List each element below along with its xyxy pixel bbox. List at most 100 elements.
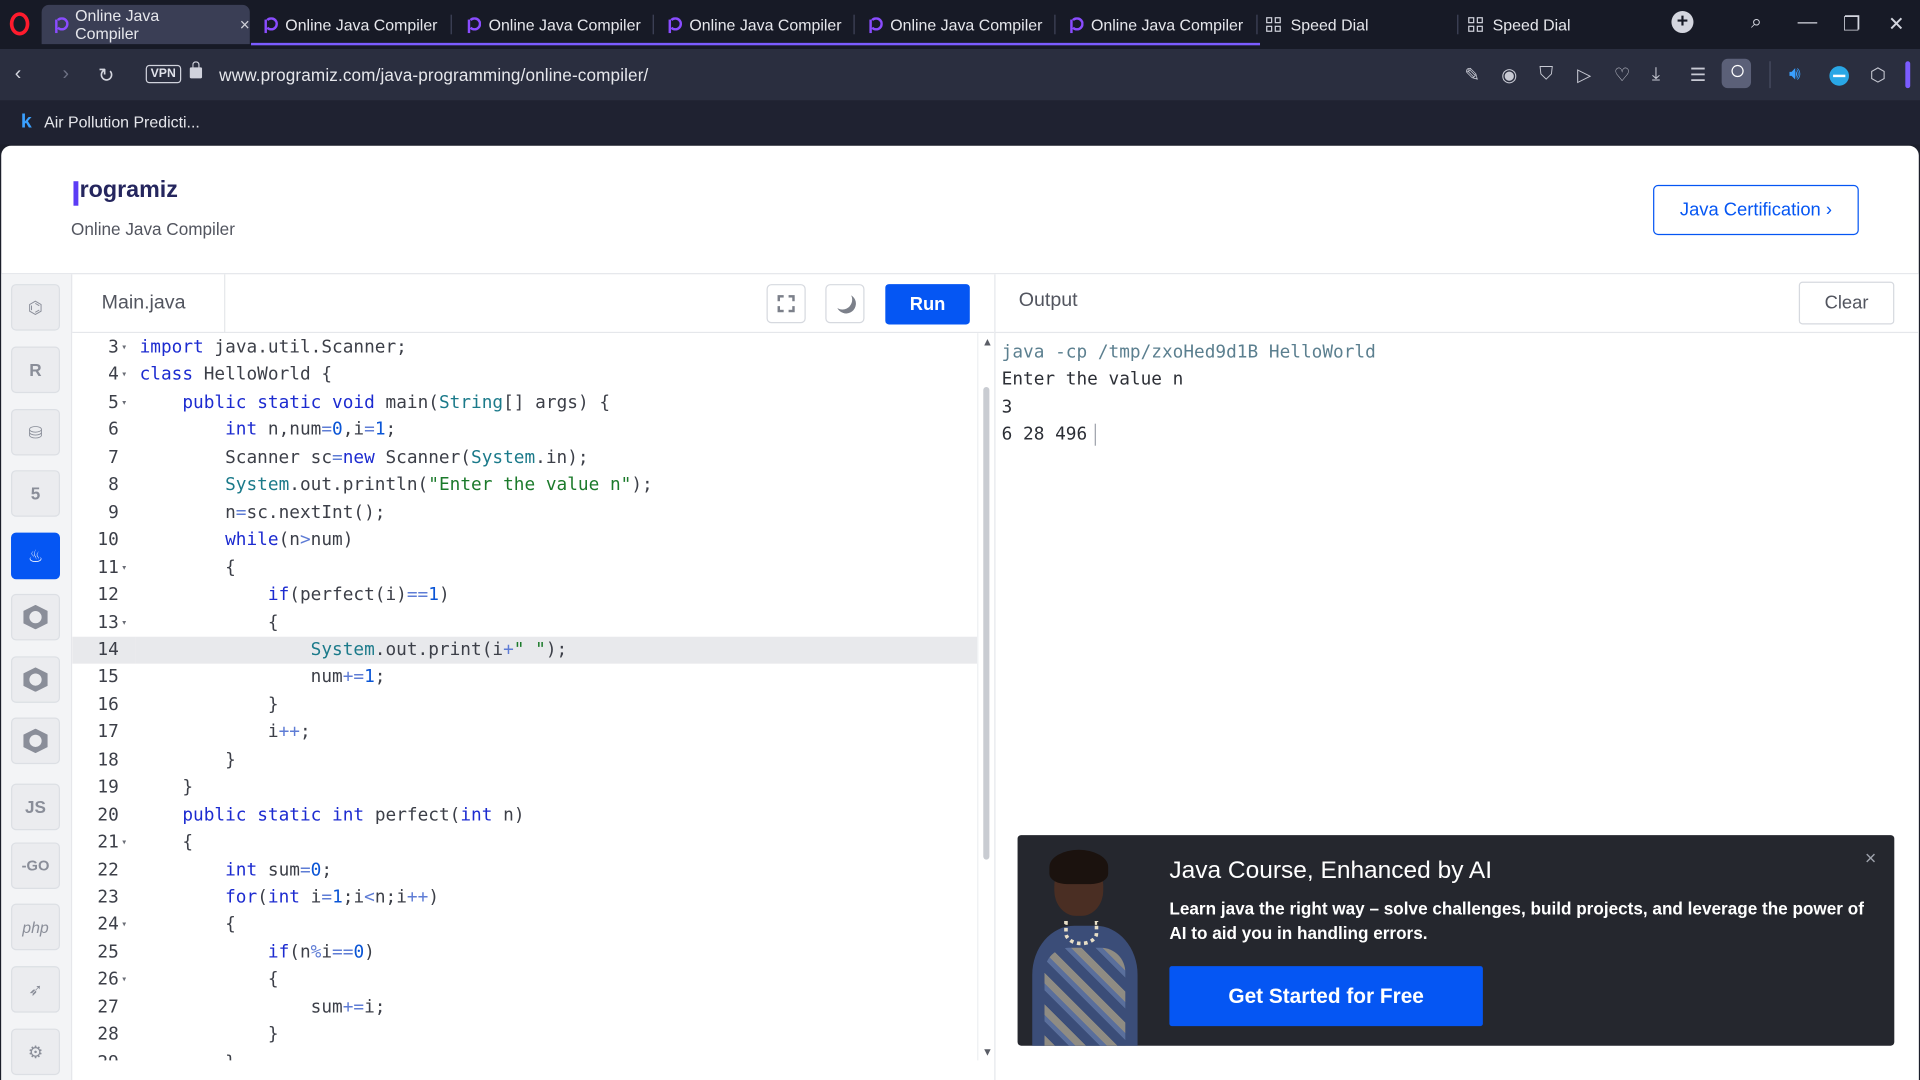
code-line[interactable]: 8 System.out.println("Enter the value n"… [72,472,977,500]
code-line[interactable]: 29 } [72,1049,977,1061]
tab-2[interactable]: Online Java Compiler [251,5,447,44]
scroll-up-icon[interactable]: ▲ [982,336,993,348]
scroll-down-icon[interactable]: ▼ [982,1046,993,1058]
url-field[interactable]: www.programiz.com/java-programming/onlin… [219,65,648,85]
fold-arrow-icon[interactable]: ▾ [121,389,127,417]
code-line[interactable]: 11 ▾ { [72,554,977,582]
code-line[interactable]: 24 ▾ { [72,912,977,940]
fold-arrow-icon[interactable]: ▾ [121,967,127,995]
go-icon[interactable]: -GO [11,842,61,889]
fold-arrow-icon[interactable]: ▾ [121,362,127,390]
code-line[interactable]: 28 } [72,1022,977,1050]
fullscreen-button[interactable] [766,284,806,324]
profile-icon[interactable] [1721,58,1752,89]
bookmark-item[interactable]: Air Pollution Predicti... [44,113,200,131]
code-text: } [139,1025,279,1045]
file-tab-main-java[interactable]: Main.java [72,274,226,334]
promo-close-icon[interactable]: × [1865,849,1876,871]
shield-icon[interactable]: ⛉ [1539,64,1553,85]
extensions-icon[interactable]: ⬡ [1870,64,1886,86]
download-icon[interactable]: ⤓ [1652,64,1660,85]
tab-3[interactable]: Online Java Compiler [454,5,650,44]
get-started-button[interactable]: Get Started for Free [1169,966,1483,1027]
back-icon[interactable]: ‹ [15,64,22,86]
dark-mode-button[interactable] [825,284,865,324]
tab-1[interactable]: Online Java Compiler × [41,4,250,45]
edit-icon[interactable]: ✎ [1465,64,1480,86]
tab-speed-dial-2[interactable]: Speed Dial [1456,5,1652,44]
code-line[interactable]: 3 ▾ import java.util.Scanner; [72,334,977,362]
cpp-icon[interactable] [11,656,61,703]
code-line[interactable]: 25 if(n%i==0) [72,939,977,967]
vpn-badge[interactable]: VPN [145,64,181,84]
heart-icon[interactable]: ♡ [1614,64,1630,86]
lock-icon[interactable] [189,61,203,79]
code-line[interactable]: 14 System.out.print(i+" "); [72,636,978,665]
restore-icon[interactable]: ❐ [1843,12,1861,36]
output-line-last[interactable]: 6 28 496 [1002,421,1096,449]
code-line[interactable]: 16 } [72,692,977,720]
easy-setup-icon[interactable]: ☰ [1690,64,1706,86]
code-line[interactable]: 22 int sum=0; [72,857,977,885]
reload-icon[interactable]: ↻ [98,64,114,88]
code-line[interactable]: 18 } [72,747,977,775]
search-tabs-icon[interactable]: ⌕ [1751,12,1762,34]
fold-arrow-icon[interactable]: ▾ [121,912,127,940]
r-icon[interactable]: R [11,346,61,394]
js-icon[interactable]: JS [11,783,61,831]
code-text: { [139,915,236,935]
php-icon[interactable]: php [11,903,61,951]
code-line[interactable]: 4 ▾ class HelloWorld { [72,362,977,390]
code-line[interactable]: 19 } [72,774,977,802]
fold-arrow-icon[interactable]: ▾ [121,554,127,582]
camera-icon[interactable]: ◉ [1501,64,1517,86]
code-line[interactable]: 26 ▾ { [72,967,977,995]
opera-logo-icon[interactable] [9,12,30,36]
code-line[interactable]: 10 while(n>num) [72,527,977,555]
tab-speed-dial-1[interactable]: Speed Dial [1254,5,1450,44]
python-icon[interactable]: ⌬ [11,284,61,331]
java-icon[interactable]: ♨ [11,532,61,580]
new-tab-button[interactable]: + [1671,11,1694,34]
close-window-icon[interactable]: ✕ [1888,12,1904,36]
minimize-icon[interactable]: — [1798,12,1818,34]
csharp-icon[interactable] [11,717,61,765]
swift-icon[interactable]: ➶ [11,966,61,1013]
code-line[interactable]: 13 ▾ { [72,609,977,637]
tab-4[interactable]: Online Java Compiler [655,5,851,44]
tab-6[interactable]: Online Java Compiler [1057,5,1253,44]
clear-button[interactable]: Clear [1798,281,1895,325]
java-certification-button[interactable]: Java Certification › [1653,184,1859,236]
forward-icon[interactable]: › [62,64,69,86]
tab-5[interactable]: Online Java Compiler [856,5,1052,44]
scroll-thumb[interactable] [983,386,990,860]
code-line[interactable]: 21 ▾ { [72,829,977,857]
code-line[interactable]: 7 Scanner sc=new Scanner(System.in); [72,444,977,472]
code-line[interactable]: 15 num+=1; [72,664,977,692]
code-line[interactable]: 9 n=sc.nextInt(); [72,499,977,527]
vpn-extension-icon[interactable] [1829,66,1849,86]
run-button[interactable]: Run [885,284,970,325]
code-line[interactable]: 12 if(perfect(i)==1) [72,582,977,610]
speaker-icon[interactable]: 🔊︎ [1789,64,1801,85]
code-line[interactable]: 20 public static int perfect(int n) [72,802,977,830]
code-line[interactable]: 17 i++; [72,719,977,747]
editor-scrollbar[interactable]: ▲ ▼ [977,333,995,1061]
code-line[interactable]: 5 ▾ public static void main(String[] args… [72,389,977,417]
fold-arrow-icon[interactable]: ▾ [121,334,127,362]
programiz-logo[interactable]: rogramiz [80,178,178,205]
sql-icon[interactable]: ⛁ [11,408,61,456]
tab-close-icon[interactable]: × [240,15,250,35]
html-icon[interactable]: 5 [11,470,61,517]
sidebar-toggle[interactable] [1905,61,1911,89]
rust-icon[interactable]: ⚙ [11,1028,61,1076]
fold-arrow-icon[interactable]: ▾ [121,609,127,637]
code-editor[interactable]: 3 ▾ import java.util.Scanner; 4 ▾ class Hello… [72,333,978,1061]
c-icon[interactable] [11,593,61,641]
fold-arrow-icon[interactable]: ▾ [121,829,127,857]
code-line[interactable]: 23 for(int i=1;i<n;i++) [72,884,977,912]
play-icon[interactable]: ▷ [1577,64,1591,86]
code-line[interactable]: 27 sum+=i; [72,994,977,1022]
code-line[interactable]: 6 int n,num=0,i=1; [72,417,977,445]
editor-toolbar: Main.java Run [72,274,995,334]
